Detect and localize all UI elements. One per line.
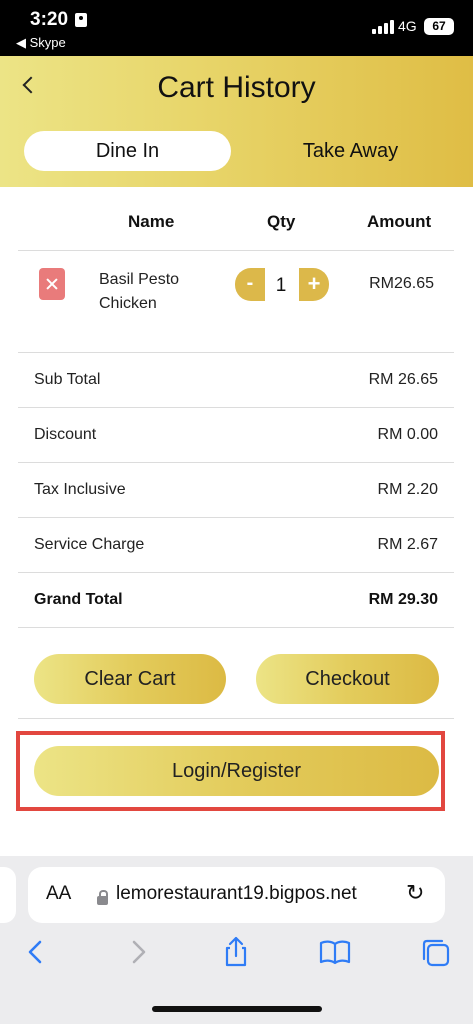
divider	[18, 352, 454, 353]
status-time: 3:20	[30, 9, 69, 30]
subtotal-label: Sub Total	[34, 371, 101, 388]
grand-total-label: Grand Total	[34, 591, 123, 608]
address-bar[interactable]: AA lemorestaurant19.bigpos.net ↻	[28, 867, 445, 923]
previous-tab-preview[interactable]	[0, 867, 16, 923]
divider	[18, 572, 454, 573]
service-charge-label: Service Charge	[34, 536, 145, 553]
clear-cart-button[interactable]: Clear Cart	[34, 654, 226, 704]
divider	[18, 627, 454, 628]
status-bar: 3:20 ◀ Skype 4G 67	[0, 0, 473, 56]
browser-toolbar: AA lemorestaurant19.bigpos.net ↻	[0, 856, 473, 1024]
signal-icon	[372, 20, 394, 34]
back-arrow-icon[interactable]	[18, 934, 54, 970]
reload-icon[interactable]: ↻	[406, 880, 424, 906]
column-header-qty: Qty	[267, 212, 296, 231]
tax-value: RM 2.20	[377, 481, 438, 498]
tax-label: Tax Inclusive	[34, 481, 126, 498]
home-indicator	[152, 1006, 322, 1012]
page-title: Cart History	[157, 71, 316, 104]
divider	[18, 250, 454, 251]
column-header-name: Name	[128, 212, 175, 231]
share-icon[interactable]	[218, 934, 254, 970]
divider	[18, 462, 454, 463]
url-text[interactable]: lemorestaurant19.bigpos.net	[116, 883, 357, 905]
qty-value: 1	[275, 275, 287, 296]
lock-icon	[97, 890, 108, 905]
divider	[18, 407, 454, 408]
reader-aa-button[interactable]: AA	[46, 883, 71, 905]
subtotal-value: RM 26.65	[368, 371, 438, 388]
checkout-button[interactable]: Checkout	[256, 654, 439, 704]
battery-icon: 67	[424, 18, 454, 35]
discount-label: Discount	[34, 426, 97, 443]
tabs-icon[interactable]	[417, 934, 453, 970]
service-charge-value: RM 2.67	[377, 536, 438, 553]
network-label: 4G	[398, 18, 417, 34]
item-amount: RM26.65	[369, 275, 434, 292]
qty-minus-button[interactable]: -	[235, 268, 265, 301]
back-to-app-link[interactable]: ◀ Skype	[16, 35, 66, 51]
bookmarks-icon[interactable]	[317, 934, 353, 970]
discount-value: RM 0.00	[377, 426, 438, 443]
tab-dine-in[interactable]: Dine In	[24, 131, 231, 171]
column-header-amount: Amount	[367, 212, 432, 231]
close-icon[interactable]	[39, 268, 65, 300]
qty-plus-button[interactable]: +	[299, 268, 329, 301]
divider	[18, 517, 454, 518]
contact-icon	[75, 13, 87, 27]
divider	[18, 718, 454, 719]
login-register-button[interactable]: Login/Register	[34, 746, 439, 796]
header: Cart History Dine In Take Away	[0, 56, 473, 187]
tab-take-away[interactable]: Take Away	[248, 131, 453, 171]
forward-arrow-icon[interactable]	[120, 934, 156, 970]
item-name: Basil Pesto Chicken	[99, 271, 180, 312]
grand-total-value: RM 29.30	[368, 591, 438, 608]
